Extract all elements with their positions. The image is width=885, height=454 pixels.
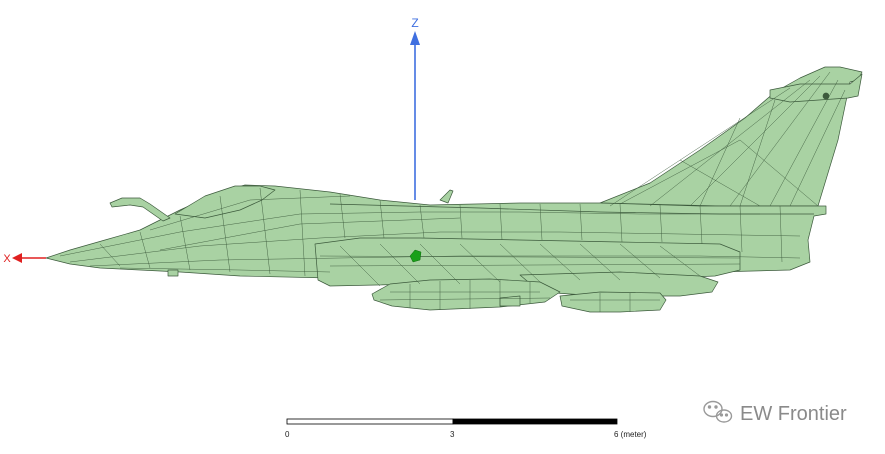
gear-marker [167, 269, 179, 277]
z-axis-label: Z [411, 16, 418, 30]
dorsal-antenna [439, 189, 454, 204]
tail-light [822, 92, 830, 100]
external-fuel-tank [371, 278, 561, 311]
pylon [499, 295, 521, 307]
z-axis: Z [410, 16, 420, 200]
scale-bar: 0 3 6 (meter) [285, 418, 647, 439]
refuelling-probe [109, 197, 171, 222]
x-axis-label: X [3, 253, 11, 265]
x-axis: X [3, 253, 46, 265]
watermark: EW Frontier [703, 400, 847, 425]
aircraft-mesh-model[interactable] [45, 66, 863, 313]
wechat-icon [703, 400, 733, 423]
3d-viewport[interactable]: Z X 0 3 6 (meter) EW Frontier [0, 0, 885, 449]
scale-tick-3: 3 [450, 430, 455, 439]
watermark-text: EW Frontier [740, 403, 847, 425]
scale-tick-6: 6 (meter) [614, 430, 647, 439]
scale-tick-0: 0 [285, 430, 290, 439]
missile-store [559, 291, 667, 313]
